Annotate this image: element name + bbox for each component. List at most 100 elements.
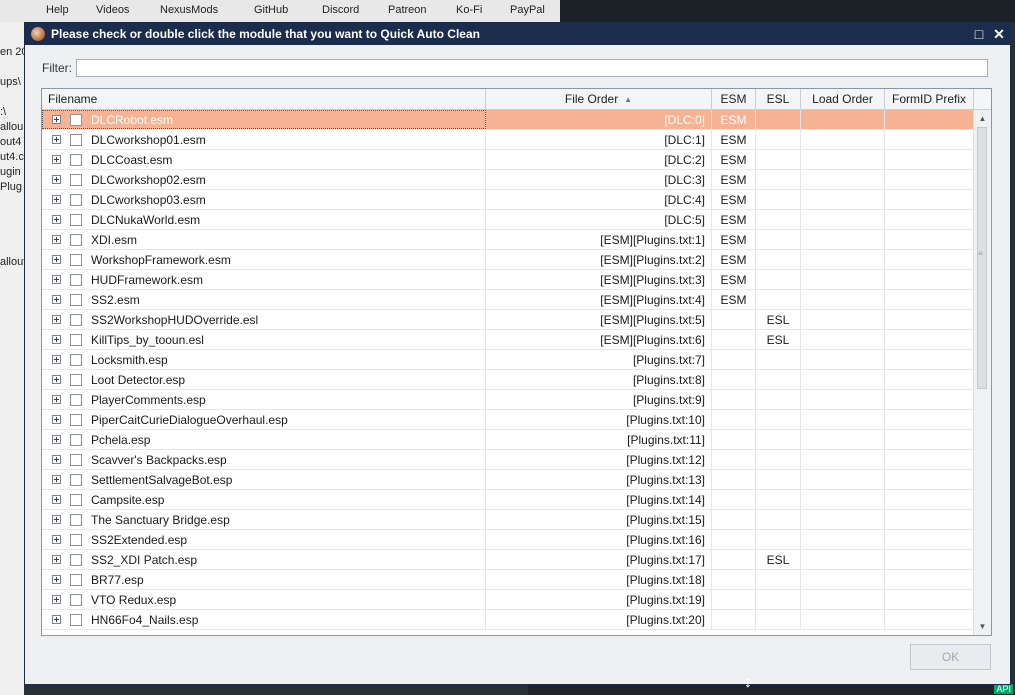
expand-plus-icon[interactable]: [52, 155, 61, 164]
filename-cell[interactable]: SS2Extended.esp: [42, 530, 486, 549]
expand-plus-icon[interactable]: [52, 315, 61, 324]
module-checkbox[interactable]: [70, 133, 82, 146]
expand-plus-icon[interactable]: [52, 575, 61, 584]
table-row[interactable]: Loot Detector.esp [Plugins.txt:8]: [42, 370, 974, 390]
filename-cell[interactable]: PlayerComments.esp: [42, 390, 486, 409]
filter-input[interactable]: [76, 59, 988, 77]
table-row[interactable]: SS2WorkshopHUDOverride.esl [ESM][Plugins.…: [42, 310, 974, 330]
filename-cell[interactable]: DLCworkshop02.esm: [42, 170, 486, 189]
filename-cell[interactable]: SS2.esm: [42, 290, 486, 309]
expand-plus-icon[interactable]: [52, 275, 61, 284]
filename-cell[interactable]: HUDFramework.esm: [42, 270, 486, 289]
module-checkbox[interactable]: [70, 493, 82, 506]
filename-cell[interactable]: SS2_XDI Patch.esp: [42, 550, 486, 569]
filename-cell[interactable]: VTO Redux.esp: [42, 590, 486, 609]
table-row[interactable]: PlayerComments.esp [Plugins.txt:9]: [42, 390, 974, 410]
table-row[interactable]: SettlementSalvageBot.esp [Plugins.txt:13]: [42, 470, 974, 490]
table-row[interactable]: DLCworkshop03.esm [DLC:4] ESM: [42, 190, 974, 210]
table-row[interactable]: HN66Fo4_Nails.esp [Plugins.txt:20]: [42, 610, 974, 630]
module-checkbox[interactable]: [70, 593, 82, 606]
bg-link-kofi[interactable]: Ko-Fi: [456, 4, 482, 16]
module-checkbox[interactable]: [70, 433, 82, 446]
filename-cell[interactable]: BR77.esp: [42, 570, 486, 589]
table-row[interactable]: BR77.esp [Plugins.txt:18]: [42, 570, 974, 590]
module-checkbox[interactable]: [70, 473, 82, 486]
filename-cell[interactable]: DLCRobot.esm: [42, 110, 486, 129]
module-checkbox[interactable]: [70, 273, 82, 286]
close-icon[interactable]: ✕: [990, 25, 1008, 43]
expand-plus-icon[interactable]: [52, 475, 61, 484]
expand-plus-icon[interactable]: [52, 535, 61, 544]
table-row[interactable]: SS2.esm [ESM][Plugins.txt:4] ESM: [42, 290, 974, 310]
expand-plus-icon[interactable]: [52, 335, 61, 344]
filename-cell[interactable]: The Sanctuary Bridge.esp: [42, 510, 486, 529]
module-checkbox[interactable]: [70, 393, 82, 406]
module-checkbox[interactable]: [70, 213, 82, 226]
column-header-esl[interactable]: ESL: [756, 89, 801, 109]
filename-cell[interactable]: KillTips_by_tooun.esl: [42, 330, 486, 349]
bg-link-patreon[interactable]: Patreon: [388, 4, 427, 16]
filename-cell[interactable]: SettlementSalvageBot.esp: [42, 470, 486, 489]
filename-cell[interactable]: XDI.esm: [42, 230, 486, 249]
table-row[interactable]: PiperCaitCurieDialogueOverhaul.esp [Plugi…: [42, 410, 974, 430]
dialog-titlebar[interactable]: Please check or double click the module …: [25, 23, 1010, 45]
module-checkbox[interactable]: [70, 293, 82, 306]
module-checkbox[interactable]: [70, 353, 82, 366]
expand-plus-icon[interactable]: [52, 135, 61, 144]
expand-plus-icon[interactable]: [52, 455, 61, 464]
filename-cell[interactable]: HN66Fo4_Nails.esp: [42, 610, 486, 629]
table-row[interactable]: WorkshopFramework.esm [ESM][Plugins.txt:2…: [42, 250, 974, 270]
module-checkbox[interactable]: [70, 153, 82, 166]
filename-cell[interactable]: DLCNukaWorld.esm: [42, 210, 486, 229]
table-row[interactable]: KillTips_by_tooun.esl [ESM][Plugins.txt:6…: [42, 330, 974, 350]
filename-cell[interactable]: Loot Detector.esp: [42, 370, 486, 389]
module-checkbox[interactable]: [70, 573, 82, 586]
filename-cell[interactable]: DLCworkshop03.esm: [42, 190, 486, 209]
table-row[interactable]: The Sanctuary Bridge.esp [Plugins.txt:15]: [42, 510, 974, 530]
maximize-icon[interactable]: □: [970, 25, 988, 43]
table-row[interactable]: Locksmith.esp [Plugins.txt:7]: [42, 350, 974, 370]
module-checkbox[interactable]: [70, 413, 82, 426]
column-header-file-order[interactable]: File Order ▲: [486, 89, 712, 109]
expand-plus-icon[interactable]: [52, 235, 61, 244]
module-checkbox[interactable]: [70, 533, 82, 546]
table-row[interactable]: XDI.esm [ESM][Plugins.txt:1] ESM: [42, 230, 974, 250]
bg-link-github[interactable]: GitHub: [254, 4, 288, 16]
expand-plus-icon[interactable]: [52, 375, 61, 384]
table-row[interactable]: DLCCoast.esm [DLC:2] ESM: [42, 150, 974, 170]
expand-plus-icon[interactable]: [52, 595, 61, 604]
table-row[interactable]: DLCNukaWorld.esm [DLC:5] ESM: [42, 210, 974, 230]
table-row[interactable]: DLCworkshop02.esm [DLC:3] ESM: [42, 170, 974, 190]
table-row[interactable]: SS2_XDI Patch.esp [Plugins.txt:17] ESL: [42, 550, 974, 570]
expand-plus-icon[interactable]: [52, 395, 61, 404]
module-checkbox[interactable]: [70, 453, 82, 466]
expand-plus-icon[interactable]: [52, 255, 61, 264]
filename-cell[interactable]: DLCCoast.esm: [42, 150, 486, 169]
expand-plus-icon[interactable]: [52, 495, 61, 504]
bg-link-discord[interactable]: Discord: [322, 4, 359, 16]
expand-plus-icon[interactable]: [52, 615, 61, 624]
filename-cell[interactable]: SS2WorkshopHUDOverride.esl: [42, 310, 486, 329]
module-checkbox[interactable]: [70, 173, 82, 186]
expand-plus-icon[interactable]: [52, 415, 61, 424]
filename-cell[interactable]: WorkshopFramework.esm: [42, 250, 486, 269]
filename-cell[interactable]: DLCworkshop01.esm: [42, 130, 486, 149]
module-checkbox[interactable]: [70, 373, 82, 386]
module-checkbox[interactable]: [70, 113, 82, 126]
module-checkbox[interactable]: [70, 513, 82, 526]
column-header-filename[interactable]: Filename: [42, 89, 486, 109]
filename-cell[interactable]: Campsite.esp: [42, 490, 486, 509]
table-row[interactable]: SS2Extended.esp [Plugins.txt:16]: [42, 530, 974, 550]
bg-link-nexusmods[interactable]: NexusMods: [160, 4, 218, 16]
filename-cell[interactable]: PiperCaitCurieDialogueOverhaul.esp: [42, 410, 486, 429]
column-header-esm[interactable]: ESM: [712, 89, 756, 109]
module-checkbox[interactable]: [70, 313, 82, 326]
expand-plus-icon[interactable]: [52, 195, 61, 204]
table-row[interactable]: VTO Redux.esp [Plugins.txt:19]: [42, 590, 974, 610]
ok-button[interactable]: OK: [910, 644, 991, 670]
expand-plus-icon[interactable]: [52, 115, 61, 124]
scroll-thumb[interactable]: [977, 127, 987, 389]
table-row[interactable]: Pchela.esp [Plugins.txt:11]: [42, 430, 974, 450]
module-checkbox[interactable]: [70, 553, 82, 566]
column-header-load-order[interactable]: Load Order: [801, 89, 885, 109]
